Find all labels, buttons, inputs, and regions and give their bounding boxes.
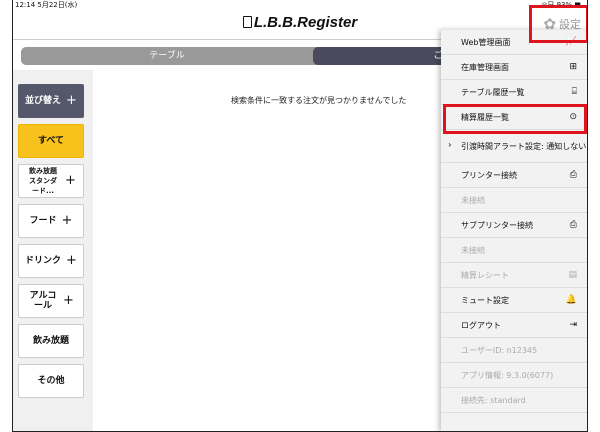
- category-label: フード: [29, 216, 57, 226]
- plus-icon: +: [66, 93, 77, 108]
- menu-mute-setting[interactable]: ミュート設定 🔔: [441, 288, 587, 313]
- plus-icon: +: [61, 213, 73, 228]
- menu-label: 在庫管理画面: [461, 62, 509, 72]
- menu-label: サブプリンター接続: [461, 220, 533, 230]
- app-title-text: L.B.B.Register: [253, 14, 358, 31]
- category-alcohol[interactable]: アルコール +: [18, 284, 84, 318]
- category-sidebar: 並び替え + すべて 飲み放題スタンダード... + フード + ドリンク + …: [13, 70, 93, 431]
- printer-icon: ⎙: [569, 220, 577, 230]
- menu-label: ユーザーID: n12345: [461, 345, 538, 355]
- menu-sub-printer-connection[interactable]: サブプリンター接続 ⎙: [441, 213, 587, 238]
- document-icon: ▤: [568, 270, 577, 280]
- plus-icon: +: [66, 253, 77, 268]
- sub-printer-status: 未接続: [441, 238, 587, 263]
- printer-status: 未接続: [441, 188, 587, 213]
- settlement-history-highlight-box: [443, 104, 587, 134]
- settings-highlight-box: [529, 5, 587, 43]
- empty-state-message: 検索条件に一致する注文が見つかりませんでした: [231, 96, 407, 105]
- plus-icon: +: [63, 293, 74, 308]
- status-bar: 12:14 5月22日(水) ◎日 93% ■: [13, 0, 587, 10]
- category-label: 飲み放題: [32, 336, 69, 346]
- logout-icon: ⇥: [569, 320, 577, 330]
- category-label: その他: [37, 376, 65, 386]
- menu-label: 接続先: standard: [461, 395, 526, 405]
- receipt-icon: ⌸: [571, 87, 577, 97]
- tab-table[interactable]: テーブル: [21, 47, 313, 65]
- category-food[interactable]: フード +: [18, 204, 84, 238]
- menu-settlement-receipt: 精算レシート ▤: [441, 263, 587, 288]
- plus-icon: +: [65, 173, 76, 188]
- register-logo-icon: [242, 16, 252, 28]
- menu-label: テーブル履歴一覧: [461, 87, 525, 97]
- settings-menu: Web管理画面 📈 在庫管理画面 ⊞ テーブル履歴一覧 ⌸ 精算履歴一覧 ⊙ ›…: [441, 30, 587, 431]
- status-time: 12:14 5月22日(水): [15, 1, 78, 9]
- category-other[interactable]: その他: [18, 364, 84, 398]
- menu-printer-connection[interactable]: プリンター接続 ⎙: [441, 163, 587, 188]
- category-all[interactable]: すべて: [18, 124, 84, 158]
- menu-label: ログアウト: [461, 320, 501, 330]
- menu-label: 引渡時間アラート設定: 通知しない: [461, 141, 587, 151]
- connection-target-info: 接続先: standard: [441, 388, 587, 413]
- menu-label: 未接続: [461, 195, 485, 205]
- inventory-icon: ⊞: [569, 62, 577, 72]
- category-all-you-can-drink-standard[interactable]: 飲み放題スタンダード... +: [18, 164, 84, 198]
- menu-label: Web管理画面: [461, 37, 511, 47]
- category-label: 飲み放題スタンダード...: [29, 167, 58, 195]
- menu-label: 未接続: [461, 245, 485, 255]
- printer-icon: ⎙: [569, 170, 577, 180]
- menu-label: プリンター接続: [461, 170, 517, 180]
- menu-label: アプリ情報: 9.3.0(6077): [461, 370, 554, 380]
- category-label: すべて: [37, 136, 64, 146]
- category-label: アルコール: [29, 291, 57, 311]
- bell-icon: 🔔: [565, 295, 577, 305]
- menu-handover-alert-setting[interactable]: › 引渡時間アラート設定: 通知しない: [441, 130, 587, 163]
- app-title: L.B.B.Register: [13, 14, 587, 31]
- sort-button[interactable]: 並び替え +: [18, 84, 84, 118]
- sort-label: 並び替え: [25, 96, 62, 106]
- menu-label: ミュート設定: [461, 295, 509, 305]
- category-label: ドリンク: [25, 256, 62, 266]
- category-all-you-can-drink[interactable]: 飲み放題: [18, 324, 84, 358]
- user-id-info: ユーザーID: n12345: [441, 338, 587, 363]
- app-info: アプリ情報: 9.3.0(6077): [441, 363, 587, 388]
- menu-inventory-admin[interactable]: 在庫管理画面 ⊞: [441, 55, 587, 80]
- category-drink[interactable]: ドリンク +: [18, 244, 84, 278]
- chevron-right-icon: ›: [448, 140, 452, 151]
- menu-label: 精算レシート: [461, 270, 509, 280]
- menu-table-history[interactable]: テーブル履歴一覧 ⌸: [441, 80, 587, 105]
- menu-logout[interactable]: ログアウト ⇥: [441, 313, 587, 338]
- app-window: 12:14 5月22日(水) ◎日 93% ■ L.B.B.Register ✿…: [12, 0, 588, 432]
